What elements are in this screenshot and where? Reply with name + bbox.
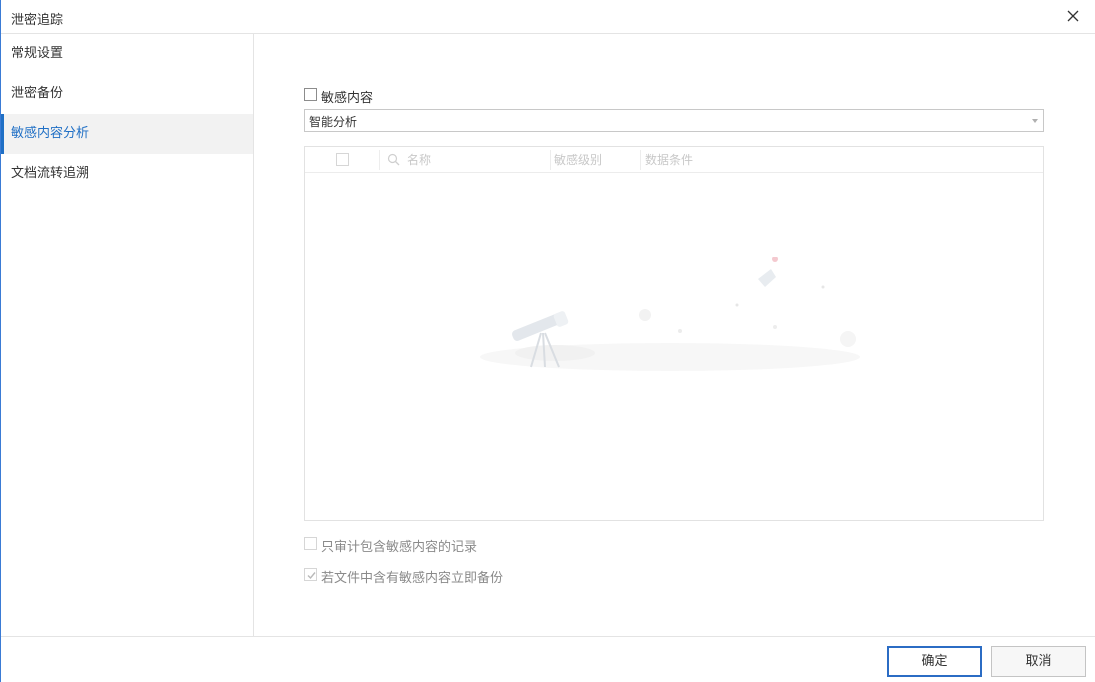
sensitive-content-label: 敏感内容 bbox=[321, 91, 374, 106]
audit-sensitive-only-checkbox[interactable] bbox=[304, 537, 317, 550]
sidebar: 常规设置 泄密备份 敏感内容分析 文档流转追溯 bbox=[1, 34, 254, 636]
analysis-mode-select[interactable]: 智能分析 bbox=[304, 109, 1044, 132]
main-panel: 敏感内容 智能分析 名称 敏感级别 数据条件 只审计包含敏感内容的记录 若文件中… bbox=[255, 34, 1095, 636]
column-divider bbox=[379, 150, 380, 170]
sidebar-item-label: 文档流转追溯 bbox=[11, 166, 90, 181]
sidebar-item-label: 敏感内容分析 bbox=[11, 126, 90, 141]
cancel-button[interactable]: 取消 bbox=[991, 646, 1086, 677]
column-header-condition[interactable]: 数据条件 bbox=[645, 147, 693, 173]
chevron-down-icon bbox=[1032, 119, 1038, 123]
sidebar-item-label: 泄密备份 bbox=[11, 86, 64, 101]
column-header-name[interactable]: 名称 bbox=[407, 147, 431, 173]
window-title: 泄密追踪 bbox=[11, 13, 64, 28]
backup-on-sensitive-checkbox[interactable] bbox=[304, 568, 317, 581]
analysis-mode-value: 智能分析 bbox=[309, 115, 358, 129]
backup-on-sensitive-label: 若文件中含有敏感内容立即备份 bbox=[321, 571, 504, 586]
ok-button[interactable]: 确定 bbox=[887, 646, 982, 677]
sidebar-item-document-trace[interactable]: 文档流转追溯 bbox=[1, 154, 253, 194]
sensitive-rules-table: 名称 敏感级别 数据条件 bbox=[304, 146, 1044, 521]
title-bar: 泄密追踪 bbox=[1, 0, 1095, 34]
table-header: 名称 敏感级别 数据条件 bbox=[305, 147, 1043, 173]
column-header-level[interactable]: 敏感级别 bbox=[554, 147, 602, 173]
dialog-footer: 确定 取消 bbox=[1, 636, 1095, 682]
sidebar-item-label: 常规设置 bbox=[11, 46, 64, 61]
sensitive-content-checkbox[interactable] bbox=[304, 88, 317, 101]
sidebar-item-leak-backup[interactable]: 泄密备份 bbox=[1, 74, 253, 114]
checkmark-icon bbox=[307, 572, 316, 580]
column-divider bbox=[640, 150, 641, 170]
sidebar-item-sensitive-analysis[interactable]: 敏感内容分析 bbox=[1, 114, 253, 154]
audit-sensitive-only-label: 只审计包含敏感内容的记录 bbox=[321, 540, 478, 555]
close-icon[interactable] bbox=[1064, 7, 1082, 25]
select-all-checkbox[interactable] bbox=[336, 153, 349, 166]
empty-state-illustration bbox=[475, 256, 865, 387]
settings-dialog: 泄密追踪 常规设置 泄密备份 敏感内容分析 文档流转追溯 敏感内容 智能分析 名… bbox=[0, 0, 1095, 682]
column-divider bbox=[550, 150, 551, 170]
search-icon[interactable] bbox=[387, 153, 400, 166]
sidebar-item-general[interactable]: 常规设置 bbox=[1, 34, 253, 74]
